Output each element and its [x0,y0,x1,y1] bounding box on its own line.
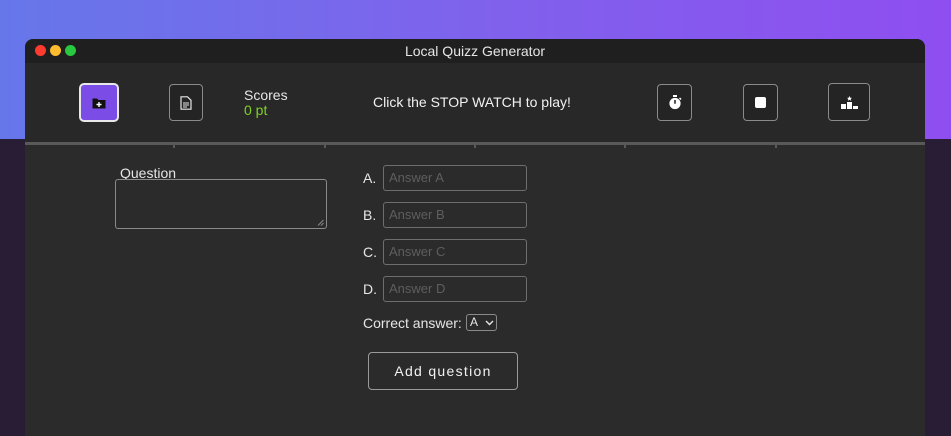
answer-b-input[interactable]: Answer B [383,202,527,228]
title-bar: Local Quizz Generator [25,39,925,63]
answer-d-label: D. [363,281,377,297]
answer-a-label: A. [363,170,377,186]
correct-answer-label: Correct answer: [363,315,462,331]
document-icon [180,95,192,110]
stopwatch-button[interactable] [657,84,692,121]
podium-icon [840,95,858,109]
chevron-down-icon [485,320,494,326]
divider-tick [173,145,175,148]
play-instruction: Click the STOP WATCH to play! [373,94,571,110]
new-quiz-button[interactable] [79,83,119,122]
open-document-button[interactable] [169,84,203,121]
folder-plus-icon [92,98,106,108]
answer-d-input[interactable]: Answer D [383,276,527,302]
divider-tick [624,145,626,148]
add-question-button[interactable]: Add question [368,352,518,390]
leaderboard-button[interactable] [828,83,870,121]
answer-c-label: C. [363,244,377,260]
scores-value: 0 pt [244,102,268,118]
question-textarea[interactable] [115,179,327,229]
stopwatch-icon [668,95,682,110]
scores-label: Scores [244,87,288,103]
app-window: Local Quizz Generator Scores 0 pt Click … [25,39,925,436]
divider-tick [775,145,777,148]
window-title: Local Quizz Generator [404,43,546,59]
answer-b-label: B. [363,207,377,223]
stop-button[interactable] [743,84,778,121]
correct-answer-select[interactable]: A [466,314,497,331]
toolbar: Scores 0 pt Click the STOP WATCH to play… [25,63,925,142]
correct-answer-value: A [470,315,479,329]
resize-grip-icon[interactable] [317,219,324,226]
answer-a-input[interactable]: Answer A [383,165,527,191]
stop-icon [755,97,766,108]
answer-c-input[interactable]: Answer C [383,239,527,265]
divider-tick [474,145,476,148]
divider-tick [324,145,326,148]
